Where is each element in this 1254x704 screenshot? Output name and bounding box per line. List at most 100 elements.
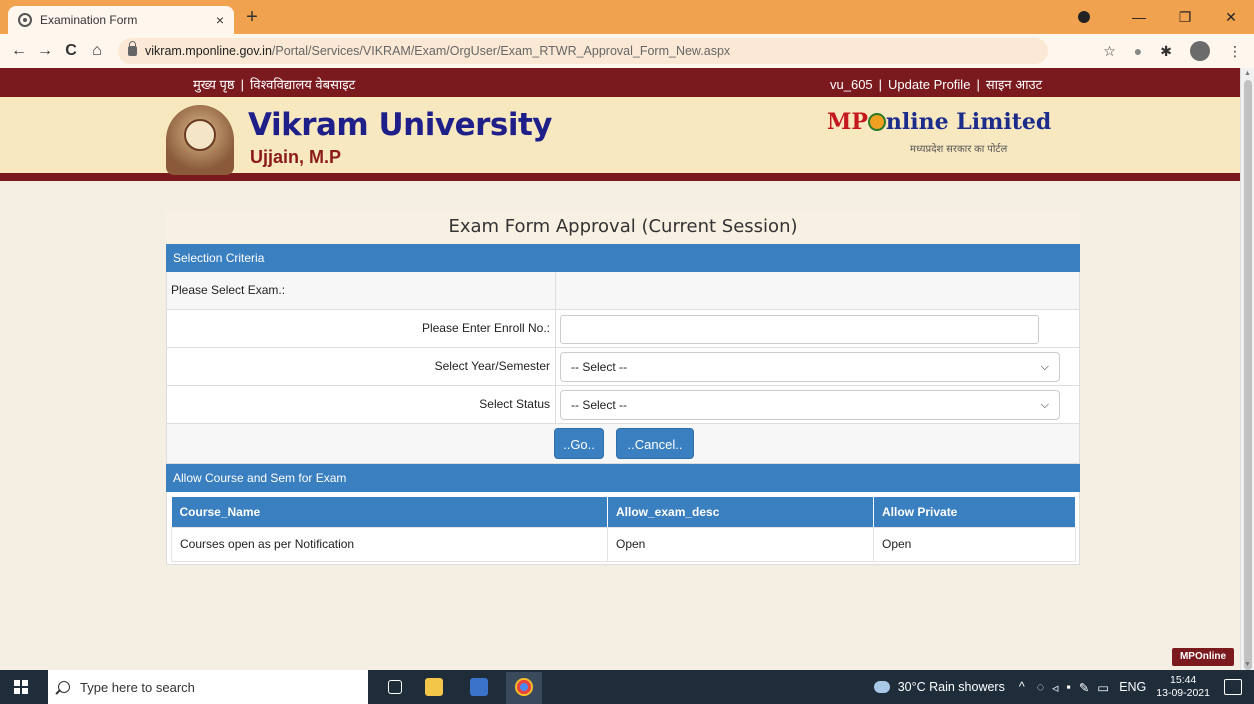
restore-button[interactable]: ❐ [1162,9,1208,26]
cell-allow-private: Open [873,526,1076,562]
exam-approval-panel: Exam Form Approval (Current Session) Sel… [166,210,1080,565]
reload-button[interactable]: C [58,42,84,60]
university-website-link[interactable]: विश्वविद्यालय वेबसाइट [250,77,355,92]
extension-icon[interactable]: ● [1134,43,1142,59]
chrome-icon [515,678,533,696]
allow-course-grid: Course_Name Allow_exam_desc Allow Privat… [166,492,1080,565]
allow-course-table: Course_Name Allow_exam_desc Allow Privat… [171,497,1076,562]
top-links-right: vu_605 | Update Profile | साइन आउट [830,75,1042,93]
enroll-number-input[interactable] [560,315,1039,344]
word-app-icon[interactable] [470,678,488,696]
file-explorer-icon[interactable] [425,678,443,696]
taskbar-search-box[interactable]: Type here to search [48,670,368,704]
university-city: Ujjain, M.P [250,147,342,167]
close-window-button[interactable]: ✕ [1208,9,1254,26]
globe-icon [18,13,32,27]
browser-tab[interactable]: Examination Form × [8,6,234,34]
address-bar[interactable]: vikram.mponline.gov.in/Portal/Services/V… [118,38,1048,64]
search-icon [58,681,70,693]
page-title: Exam Form Approval (Current Session) [166,210,1080,244]
update-profile-link[interactable]: Update Profile [888,77,970,92]
globe-icon [867,113,886,131]
scroll-up-icon[interactable]: ▲ [1244,70,1251,77]
task-view-icon[interactable] [388,680,402,694]
university-name: Vikram University [248,107,552,143]
divider [555,272,556,309]
chevron-down-icon: ⌵ [1040,361,1049,373]
pen-icon[interactable]: ✎ [1079,680,1089,695]
table-header-row: Course_Name Allow_exam_desc Allow Privat… [171,497,1076,527]
status-value: -- Select -- [571,398,628,412]
forward-button[interactable]: → [32,42,58,60]
column-header-allow-private: Allow Private [873,497,1076,527]
status-label: Select Status [479,397,550,411]
clock-time: 15:44 [1170,674,1197,686]
tab-title: Examination Form [40,13,138,27]
logout-link[interactable]: साइन आउट [986,77,1042,92]
app-tray-icon[interactable]: ▪ [1066,680,1070,694]
show-hidden-icons-icon[interactable]: ^ [1019,680,1025,694]
home-button[interactable]: ⌂ [84,42,110,60]
taskbar-clock[interactable]: 15:44 13-09-2021 [1156,674,1210,700]
tab-close-icon[interactable]: × [216,12,224,28]
mponline-tagline: मध्यप्रदेश सरकार का पोर्टल [910,144,1008,155]
action-buttons-row: ..Go.. ..Cancel.. [166,424,1080,464]
seal-emblem [184,119,216,151]
search-placeholder: Type here to search [80,679,195,695]
cell-course-name: Courses open as per Notification [171,526,608,562]
year-semester-value: -- Select -- [571,360,628,374]
separator: | [976,77,980,92]
windows-taskbar: Type here to search 30°C Rain showers ^ … [0,670,1254,704]
enroll-label: Please Enter Enroll No.: [421,321,550,335]
url-text: vikram.mponline.gov.in/Portal/Services/V… [145,44,730,58]
extensions-puzzle-icon[interactable]: ✱ [1160,43,1172,60]
separator: | [240,77,244,92]
page-scrollbar[interactable]: ▲ ▼ [1240,68,1254,670]
allow-course-header: Allow Course and Sem for Exam [166,464,1080,492]
selection-criteria-header: Selection Criteria [166,244,1080,272]
bookmark-star-icon[interactable]: ☆ [1103,43,1116,60]
toolbar-actions: ☆ ● ✱ ⋮ [1103,34,1242,68]
cell-allow-exam-desc: Open [607,526,874,562]
year-semester-label: Select Year/Semester [434,359,550,373]
university-seal-logo [166,105,234,175]
column-header-course-name: Course_Name [171,497,608,527]
home-link[interactable]: मुख्य पृष्ठ [193,77,235,92]
minimize-button[interactable]: — [1116,9,1162,25]
browser-menu-icon[interactable]: ⋮ [1228,43,1242,60]
record-icon[interactable] [1078,11,1090,23]
browser-tab-strip: Examination Form × + — ❐ ✕ [0,0,1254,34]
notification-icon[interactable] [1224,679,1242,695]
exam-select-row: Please Select Exam.: [166,272,1080,310]
scroll-down-icon[interactable]: ▼ [1244,661,1251,668]
separator: | [878,77,883,92]
system-tray: 30°C Rain showers ^ ◌ ◃ ▪ ✎ ▭ ENG 15:44 … [873,670,1254,704]
cancel-button[interactable]: ..Cancel.. [616,428,694,459]
url-host: vikram.mponline.gov.in [145,44,272,58]
network-icon[interactable]: ◌ [1037,680,1044,694]
mponline-logo: MP nline Limited [827,109,1052,135]
url-path: /Portal/Services/VIKRAM/Exam/OrgUser/Exa… [271,44,731,58]
year-semester-row: Select Year/Semester -- Select -- ⌵ [166,348,1080,386]
mponline-badge[interactable]: MPOnline [1172,648,1234,666]
profile-avatar[interactable] [1190,41,1210,61]
top-links-left: मुख्य पृष्ठ | विश्वविद्यालय वेबसाइट [193,75,355,93]
windows-start-icon[interactable] [14,680,28,694]
back-button[interactable]: ← [6,42,32,60]
year-semester-select[interactable]: -- Select -- ⌵ [560,352,1060,382]
lock-icon[interactable] [128,41,137,56]
keyboard-icon[interactable]: ▭ [1097,680,1109,695]
language-indicator[interactable]: ENG [1119,680,1146,694]
browser-toolbar: ← → C ⌂ vikram.mponline.gov.in/Portal/Se… [0,34,1254,68]
user-id: vu_605 [830,77,873,92]
divider [555,386,556,423]
divider [555,310,556,347]
go-button[interactable]: ..Go.. [554,428,604,459]
column-header-allow-exam-desc: Allow_exam_desc [607,497,874,527]
scrollbar-thumb[interactable] [1244,80,1252,670]
status-select[interactable]: -- Select -- ⌵ [560,390,1060,420]
new-tab-button[interactable]: + [240,6,264,29]
volume-muted-icon[interactable]: ◃ [1052,680,1058,695]
weather-text[interactable]: 30°C Rain showers [898,680,1005,694]
window-controls: — ❐ ✕ [1078,0,1254,34]
